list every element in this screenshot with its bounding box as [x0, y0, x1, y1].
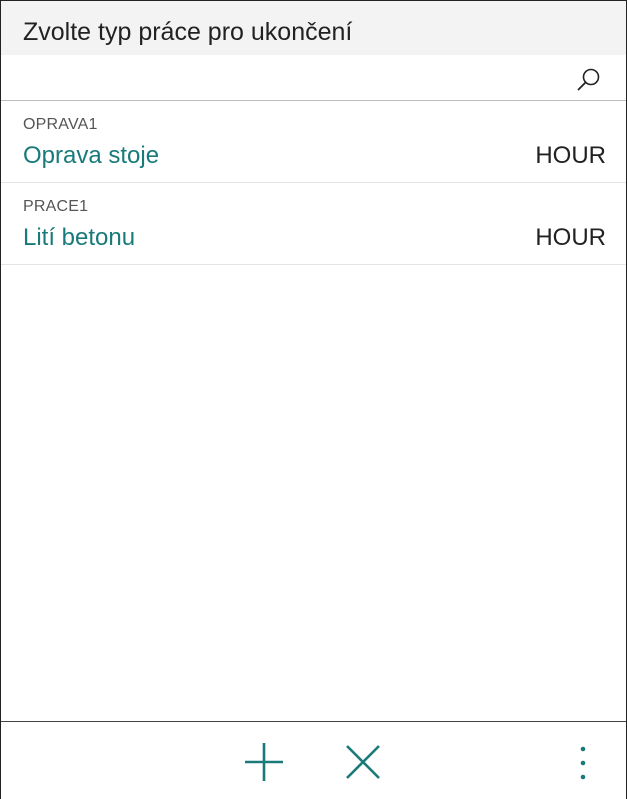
item-name: Oprava stoje: [23, 142, 160, 169]
search-row: [1, 55, 626, 101]
item-unit: HOUR: [535, 142, 606, 169]
list-item[interactable]: PRACE1 Lití betonu HOUR: [1, 183, 626, 265]
item-code: PRACE1: [23, 198, 89, 215]
more-vertical-icon[interactable]: [576, 746, 590, 780]
search-icon[interactable]: [576, 67, 602, 93]
item-name: Lití betonu: [23, 224, 136, 251]
list-item[interactable]: OPRAVA1 Oprava stoje HOUR: [1, 101, 626, 183]
dialog-title: Zvolte typ práce pro ukončení: [23, 18, 353, 46]
close-icon[interactable]: [345, 744, 381, 780]
title-bar: Zvolte typ práce pro ukončení: [1, 1, 626, 55]
item-code: OPRAVA1: [23, 116, 98, 133]
item-unit: HOUR: [535, 224, 606, 251]
dialog-frame: Zvolte typ práce pro ukončení OPRAVA1 Op…: [0, 0, 627, 799]
bottom-toolbar: [1, 721, 626, 799]
plus-icon[interactable]: [244, 742, 284, 782]
work-type-list: OPRAVA1 Oprava stoje HOUR PRACE1 Lití be…: [1, 101, 626, 265]
